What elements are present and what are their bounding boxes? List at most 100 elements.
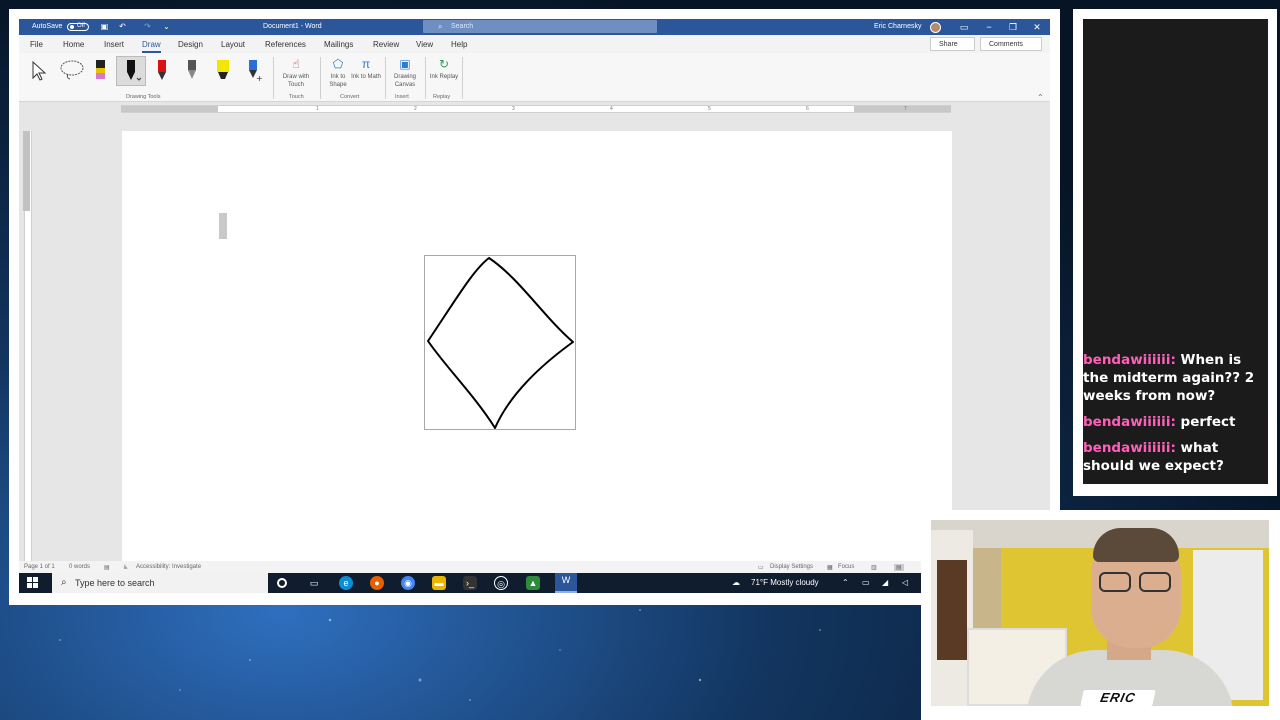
accessibility-status[interactable]: Accessibility: Investigate xyxy=(136,564,201,570)
tab-insert[interactable]: Insert xyxy=(104,40,124,49)
vertical-scrollbar-thumb[interactable] xyxy=(23,131,30,211)
page-count[interactable]: Page 1 of 1 xyxy=(24,564,55,570)
cortana-icon[interactable] xyxy=(277,578,287,588)
yellow-highlighter-icon[interactable] xyxy=(213,58,233,82)
pencil-icon[interactable] xyxy=(182,58,202,82)
document-page[interactable] xyxy=(122,131,952,561)
print-layout-icon[interactable]: ▤ xyxy=(894,564,904,571)
ruler-tick-label: 4 xyxy=(610,106,613,112)
ribbon-separator xyxy=(273,57,274,99)
ribbon-display-icon[interactable]: ▭ xyxy=(955,21,973,33)
draw-with-touch-label: Draw with Touch xyxy=(282,74,310,88)
webcam-feed: ERIC xyxy=(931,520,1269,706)
ruler-tick-label: 5 xyxy=(708,106,711,112)
restore-icon[interactable]: ❐ xyxy=(1004,21,1022,33)
search-icon: ⌕ xyxy=(438,22,443,31)
minimize-icon[interactable]: − xyxy=(980,21,998,33)
title-search-box[interactable]: ⌕ Search xyxy=(423,20,657,33)
drawing-canvas-button[interactable]: ▣ Drawing Canvas xyxy=(388,57,422,89)
word-taskbar-icon[interactable]: W xyxy=(555,573,577,593)
terminal-icon[interactable]: ›_ xyxy=(463,576,477,590)
drawing-canvas-icon: ▣ xyxy=(399,57,411,71)
ruler-left-margin xyxy=(121,106,218,112)
black-pen-icon[interactable] xyxy=(121,58,141,82)
lasso-select-icon[interactable] xyxy=(59,58,85,82)
weather-icon: ☁ xyxy=(732,578,740,587)
ink-replay-icon: ↻ xyxy=(438,57,450,71)
taskbar-search-box[interactable]: ⌕ Type here to search xyxy=(52,573,268,593)
title-bar: AutoSave Off ▣ ↶ ↷ ⌄ Document1 - Word ⌕ … xyxy=(19,19,1050,35)
ink-to-shape-icon: ⬠ xyxy=(332,57,344,71)
webcam-person-hair xyxy=(1093,528,1179,562)
ribbon-separator xyxy=(320,57,321,99)
tab-references[interactable]: References xyxy=(265,40,306,49)
convert-group-label: Convert xyxy=(340,94,360,100)
focus-mode[interactable]: Focus xyxy=(838,564,854,570)
chat-username: bendawiiiiii: xyxy=(1083,352,1176,368)
chat-message: bendawiiiiii: what should we expect? xyxy=(1083,439,1259,475)
display-settings[interactable]: Display Settings xyxy=(770,564,813,570)
ribbon-separator xyxy=(425,57,426,99)
undo-icon[interactable]: ↶ xyxy=(118,22,127,31)
battery-icon[interactable]: ▭ xyxy=(862,578,870,587)
close-icon[interactable]: ✕ xyxy=(1028,21,1046,33)
proofing-icon[interactable]: ▤ xyxy=(104,564,110,571)
title-search-placeholder: Search xyxy=(451,23,474,30)
read-mode-icon[interactable]: ▥ xyxy=(871,564,877,571)
network-icon[interactable]: ◢ xyxy=(882,578,888,587)
tab-design[interactable]: Design xyxy=(178,40,203,49)
ink-to-math-button[interactable]: π Ink to Math xyxy=(351,57,381,81)
taskbar-search-placeholder: Type here to search xyxy=(75,578,155,588)
firefox-icon[interactable]: ● xyxy=(370,576,384,590)
touch-draw-icon: ☝ xyxy=(292,57,300,71)
windows-start-icon[interactable] xyxy=(27,577,39,589)
tab-file[interactable]: File xyxy=(30,40,43,49)
chat-message: bendawiiiiii: perfect xyxy=(1083,413,1259,431)
comments-button[interactable]: Comments xyxy=(980,37,1042,51)
obs-icon[interactable]: ◎ xyxy=(494,576,508,590)
tab-view[interactable]: View xyxy=(416,40,433,49)
tab-mailings[interactable]: Mailings xyxy=(324,40,353,49)
status-bar: Page 1 of 1 0 words ▤ ♿ Accessibility: I… xyxy=(19,561,1050,573)
red-pen-icon[interactable] xyxy=(152,58,172,82)
ink-diamond-drawing xyxy=(427,257,574,429)
edge-icon[interactable]: e xyxy=(339,576,353,590)
autosave-label: AutoSave xyxy=(32,23,63,30)
document-title: Document1 - Word xyxy=(263,23,322,30)
show-hidden-icons-icon[interactable]: ⌃ xyxy=(842,578,849,587)
user-name[interactable]: Eric Charnesky xyxy=(874,23,921,30)
tab-review[interactable]: Review xyxy=(373,40,399,49)
file-explorer-icon[interactable]: ▬ xyxy=(432,576,446,590)
customize-toolbar-icon[interactable]: ⌄ xyxy=(162,22,171,31)
drawing-canvas[interactable] xyxy=(424,255,576,430)
redo-icon[interactable]: ↷ xyxy=(143,22,152,31)
photos-icon[interactable]: ▲ xyxy=(526,576,540,590)
chrome-icon[interactable]: ◉ xyxy=(401,576,415,590)
drawing-tools-label: Drawing Tools xyxy=(126,94,161,100)
add-pen-icon[interactable]: + xyxy=(243,58,263,82)
ink-to-math-label: Ink to Math xyxy=(351,74,381,80)
save-icon[interactable]: ▣ xyxy=(100,22,109,31)
weather-status[interactable]: 71°F Mostly cloudy xyxy=(751,578,819,587)
search-icon: ⌕ xyxy=(61,577,67,588)
share-button[interactable]: Share xyxy=(930,37,975,51)
avatar[interactable] xyxy=(930,22,941,33)
tab-layout[interactable]: Layout xyxy=(221,40,245,49)
comments-label: Comments xyxy=(989,41,1023,48)
collapse-ribbon-icon[interactable]: ⌃ xyxy=(1037,93,1044,102)
ribbon-separator xyxy=(462,57,463,99)
share-label: Share xyxy=(939,41,958,48)
tab-home[interactable]: Home xyxy=(63,40,84,49)
ink-replay-button[interactable]: ↻ Ink Replay xyxy=(427,57,461,81)
volume-icon[interactable]: ◁ xyxy=(902,578,908,587)
ruler-tick-label: 2 xyxy=(414,106,417,112)
tab-draw[interactable]: Draw xyxy=(142,40,161,53)
task-view-icon[interactable]: ▭ xyxy=(307,576,321,590)
ink-to-shape-button[interactable]: ⬠ Ink to Shape xyxy=(323,57,353,89)
word-count[interactable]: 0 words xyxy=(69,564,90,570)
ruler-tick-label: 1 xyxy=(316,106,319,112)
select-arrow-icon[interactable] xyxy=(29,58,49,82)
draw-with-touch-button[interactable]: ☝ Draw with Touch xyxy=(279,57,313,89)
tab-help[interactable]: Help xyxy=(451,40,467,49)
eraser-pen-icon[interactable] xyxy=(91,58,111,82)
